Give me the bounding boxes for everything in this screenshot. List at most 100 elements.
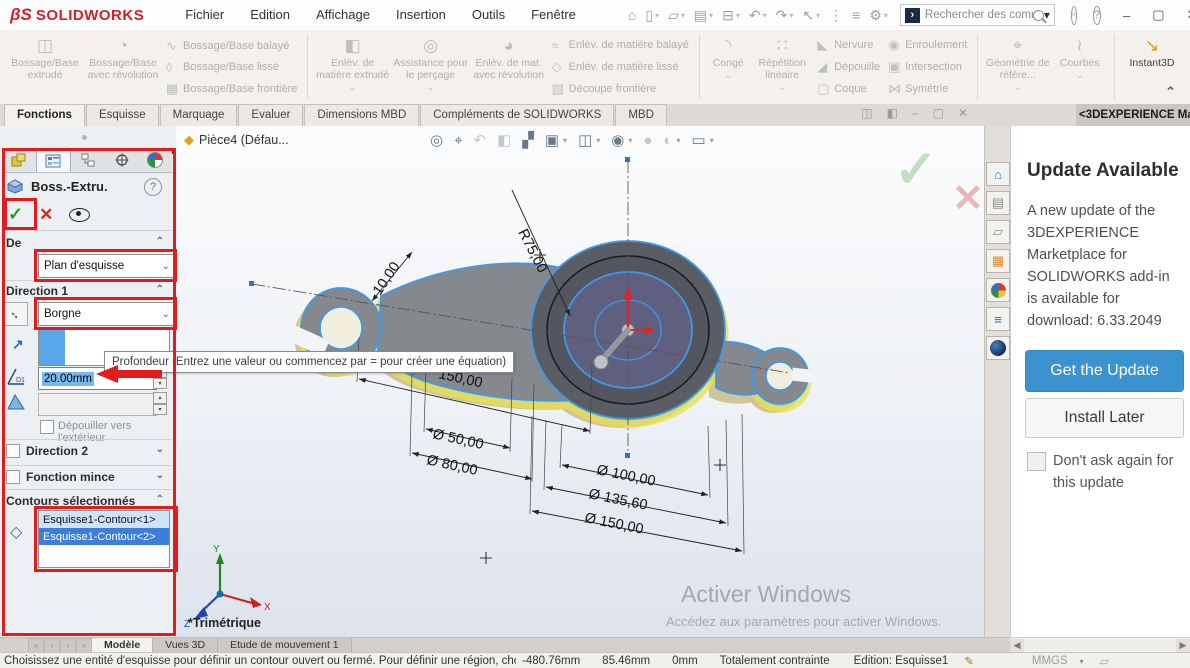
- apply-scene-icon[interactable]: ◐: [663, 132, 672, 149]
- caret-icon[interactable]: ▾: [677, 136, 681, 145]
- ribbon-rib[interactable]: ◣Nervure: [817, 37, 880, 53]
- doc-restore-button[interactable]: ▢: [933, 106, 944, 120]
- display-list-icon[interactable]: ≡: [852, 7, 860, 23]
- ribbon-reference-geometry[interactable]: ⌖ Géométrie de référe... ⌄: [984, 32, 1052, 103]
- pin-menu-icon[interactable]: [592, 12, 598, 18]
- section-de[interactable]: De: [6, 236, 21, 250]
- caret-icon[interactable]: ▾: [563, 136, 567, 145]
- search-input[interactable]: Rechercher des comm: [925, 9, 1033, 21]
- tab-mbd[interactable]: MBD: [615, 104, 667, 126]
- install-later-button[interactable]: Install Later: [1025, 398, 1184, 438]
- dim-dia50[interactable]: Ø 50,00: [431, 426, 485, 453]
- section-direction2[interactable]: Direction 2: [26, 444, 88, 458]
- edit-appearance-icon[interactable]: ●: [643, 132, 652, 149]
- ribbon-intersect[interactable]: ▣Intersection: [888, 59, 967, 75]
- section-dir1-chevron-icon[interactable]: ⌃: [156, 284, 164, 295]
- section-de-chevron-icon[interactable]: ⌃: [156, 236, 164, 247]
- spinner-down-icon[interactable]: ▾: [153, 404, 167, 416]
- ribbon-revolved-boss[interactable]: ◔ Bossage/Base avec révolution: [84, 32, 162, 103]
- tab-property-manager[interactable]: [36, 148, 72, 172]
- scroll-left-icon[interactable]: ◀: [1010, 639, 1024, 652]
- section-contours-chevron-icon[interactable]: ⌃: [156, 494, 164, 505]
- previous-view-icon[interactable]: ↶: [474, 131, 487, 149]
- preview-eye-icon[interactable]: [69, 208, 90, 222]
- menu-fichier[interactable]: Fichier: [172, 0, 237, 30]
- task-pane-header[interactable]: <3DEXPERIENCE Marketp ⚙: [1076, 104, 1190, 126]
- zoom-to-area-icon[interactable]: ⌖: [454, 132, 462, 149]
- pane-split-icon2[interactable]: ◧: [887, 106, 898, 120]
- dim-dia100[interactable]: Ø 100,00: [595, 462, 657, 490]
- restore-button[interactable]: ▢: [1152, 7, 1164, 23]
- contour-list-item[interactable]: Esquisse1-Contour<1>: [39, 511, 169, 528]
- ribbon-linear-pattern[interactable]: ∷ Répétition linéaire ⌄: [751, 32, 813, 103]
- confirmation-cancel-ghost-icon[interactable]: ✕: [952, 176, 984, 221]
- tab-evaluer[interactable]: Evaluer: [238, 104, 303, 126]
- cancel-button[interactable]: ✕: [39, 205, 53, 225]
- redo-icon[interactable]: ↷: [776, 7, 788, 24]
- draft-value-field[interactable]: [38, 393, 157, 416]
- display-style-icon[interactable]: ◫: [578, 131, 592, 149]
- design-library-icon[interactable]: ▤: [986, 191, 1010, 215]
- pane-split-icon[interactable]: ◫: [861, 106, 872, 120]
- ribbon-fillet[interactable]: ◝ Congé ⌄: [705, 32, 751, 103]
- custom-properties-icon[interactable]: ≡: [986, 307, 1010, 331]
- tag-icon[interactable]: ▱: [1100, 654, 1109, 668]
- tab-esquisse[interactable]: Esquisse: [86, 104, 159, 126]
- task-pane-scrollbar[interactable]: ◀ ▶: [1010, 637, 1190, 653]
- tab-configuration-manager[interactable]: [71, 148, 105, 171]
- ribbon-revolved-cut[interactable]: ◕ Enlèv. de mat. avec révolution: [470, 32, 548, 103]
- file-explorer-icon[interactable]: ▱: [986, 220, 1010, 244]
- menu-edition[interactable]: Edition: [237, 0, 303, 30]
- close-button[interactable]: ✕: [1186, 7, 1190, 23]
- caret-icon[interactable]: ▾: [628, 136, 632, 145]
- ribbon-swept-cut[interactable]: ≈Enlèv. de matière balayé: [552, 38, 689, 53]
- thin-feature-checkbox[interactable]: [6, 470, 20, 484]
- menu-outils[interactable]: Outils: [459, 0, 518, 30]
- dropdown-caret-icon[interactable]: ▾: [709, 11, 713, 20]
- doc-minimize-button[interactable]: –: [912, 106, 919, 120]
- section-view-icon[interactable]: ◧: [497, 131, 511, 149]
- ok-confirm-button[interactable]: ✓: [8, 204, 23, 225]
- dim-dia150[interactable]: Ø 150,00: [583, 510, 645, 538]
- tab-dimensions-mbd[interactable]: Dimensions MBD: [304, 104, 419, 126]
- caret-icon[interactable]: ▾: [710, 136, 714, 145]
- tab-modele[interactable]: Modèle: [92, 638, 153, 653]
- section-direction1[interactable]: Direction 1: [6, 284, 68, 298]
- panel-drag-handle[interactable]: [82, 135, 87, 140]
- dim-dia135[interactable]: Ø 135,60: [587, 486, 649, 514]
- draft-outward-checkbox[interactable]: [40, 420, 54, 434]
- section-selected-contours[interactable]: Contours sélectionnés: [6, 494, 135, 508]
- menu-fenetre[interactable]: Fenêtre: [518, 0, 589, 30]
- confirmation-check-ghost-icon[interactable]: ✓: [894, 140, 938, 200]
- spinner-up-icon[interactable]: ▴: [153, 392, 167, 404]
- doc-close-button[interactable]: ✕: [958, 106, 968, 120]
- scroll-right-icon[interactable]: ▶: [1176, 639, 1190, 652]
- get-update-button[interactable]: Get the Update: [1025, 350, 1184, 392]
- tab-display-manager[interactable]: [138, 148, 172, 171]
- ribbon-hole-wizard[interactable]: ◎ Assistance pour le perçage ⌄: [392, 32, 470, 103]
- end-condition-dropdown[interactable]: Borgne ⌄: [38, 302, 175, 326]
- section-thin-chevron-icon[interactable]: ⌄: [156, 470, 164, 481]
- hide-show-items-icon[interactable]: ◉: [611, 131, 624, 149]
- menu-affichage[interactable]: Affichage: [303, 0, 383, 30]
- pm-help-icon[interactable]: ?: [144, 178, 162, 196]
- ribbon-wrap[interactable]: ◉Enroulement: [888, 37, 967, 53]
- options-gear-icon[interactable]: ⚙: [869, 7, 882, 24]
- dropdown-caret-icon[interactable]: ▾: [763, 11, 767, 20]
- tab-complements[interactable]: Compléments de SOLIDWORKS: [420, 104, 614, 126]
- zoom-to-fit-icon[interactable]: ◎: [430, 131, 443, 149]
- dropdown-caret-icon[interactable]: ▾: [655, 11, 659, 20]
- view-settings-icon[interactable]: ▭: [692, 131, 706, 149]
- 3dexperience-icon[interactable]: [986, 336, 1010, 360]
- previous-tab-icon[interactable]: ‹: [44, 638, 60, 653]
- dropdown-caret-icon[interactable]: ▾: [884, 11, 888, 20]
- dropdown-caret-icon[interactable]: ▾: [789, 11, 793, 20]
- home-tab-icon[interactable]: ⌂: [986, 162, 1010, 186]
- sketch-edit-pencil-icon[interactable]: ✎: [964, 654, 974, 668]
- tab-fonctions[interactable]: Fonctions: [4, 104, 85, 126]
- ribbon-collapse-icon[interactable]: ⌃: [1165, 84, 1176, 100]
- dropdown-caret-icon[interactable]: ▾: [681, 11, 685, 20]
- units-indicator[interactable]: MMGS: [1032, 655, 1068, 667]
- open-icon[interactable]: ▱: [668, 7, 679, 24]
- ribbon-mirror[interactable]: ⋈Symétrie: [888, 81, 967, 97]
